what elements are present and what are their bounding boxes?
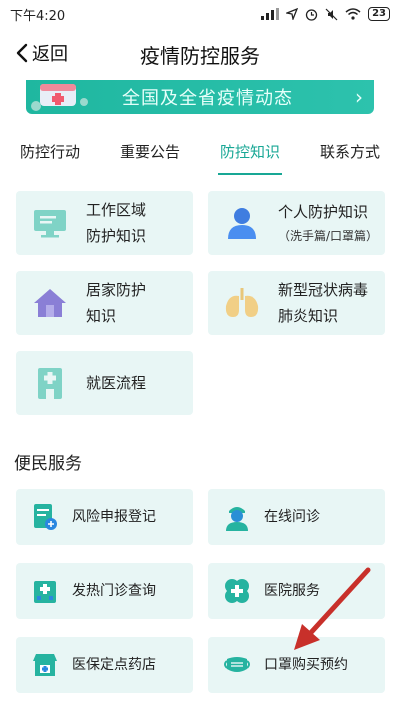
person-icon (220, 201, 264, 245)
tab-contact[interactable]: 联系方式 (300, 126, 400, 176)
clinic-icon (30, 576, 60, 606)
service-fever-clinic[interactable]: 发热门诊查询 (16, 563, 193, 619)
status-icons: 23 (261, 7, 390, 21)
tab-bar: 防控行动 重要公告 防控知识 联系方式 (0, 126, 400, 176)
monitor-icon (28, 201, 72, 245)
tab-label: 重要公告 (119, 142, 180, 161)
section-title-services: 便民服务 (14, 454, 82, 474)
tab-prevention-actions[interactable]: 防控行动 (0, 126, 100, 176)
service-label: 发热门诊查询 (72, 583, 156, 599)
card-title: 居家防护 (86, 281, 147, 299)
tab-prevention-knowledge[interactable]: 防控知识 (200, 126, 300, 176)
service-label: 在线问诊 (264, 509, 320, 525)
medical-kit-illustration (26, 80, 102, 114)
tab-label: 防控知识 (219, 142, 280, 161)
card-title: 个人防护知识 (278, 203, 369, 221)
back-label: 返回 (32, 44, 68, 65)
card-subtitle: 防护知识 (86, 227, 147, 245)
card-title: 就医流程 (86, 374, 147, 392)
card-title: 新型冠状病毒 (278, 281, 369, 299)
service-mask-reservation[interactable]: 口罩购买预约 (208, 637, 385, 693)
mask-icon (222, 650, 252, 680)
card-home-protection[interactable]: 居家防护 知识 (16, 271, 193, 335)
card-title: 工作区域 (86, 201, 147, 219)
status-bar: 下午4:20 23 (0, 0, 400, 28)
card-workplace-protection[interactable]: 工作区域 防护知识 (16, 191, 193, 255)
nav-bar: 疫情防控服务 返回 (0, 28, 400, 80)
mute-icon (325, 8, 338, 20)
pharmacy-icon (30, 650, 60, 680)
house-icon (28, 281, 72, 325)
card-medical-process[interactable]: 就医流程 (16, 351, 193, 415)
hospital-icon (28, 361, 72, 405)
signal-icon (261, 8, 280, 20)
card-covid-knowledge[interactable]: 新型冠状病毒 肺炎知识 (208, 271, 385, 335)
wifi-icon (345, 8, 361, 20)
battery-indicator: 23 (368, 7, 390, 21)
location-icon (286, 8, 299, 20)
card-subtitle: 知识 (86, 307, 117, 325)
tab-label: 联系方式 (319, 142, 380, 161)
back-button[interactable]: 返回 (16, 40, 68, 66)
service-label: 医院服务 (264, 583, 320, 599)
status-time: 下午4:20 (10, 8, 66, 24)
tab-important-notices[interactable]: 重要公告 (100, 126, 200, 176)
service-pharmacy[interactable]: 医保定点药店 (16, 637, 193, 693)
doctor-icon (222, 502, 252, 532)
service-online-consultation[interactable]: 在线问诊 (208, 489, 385, 545)
tab-label: 防控行动 (19, 142, 80, 161)
chevron-left-icon (16, 43, 28, 63)
card-text: 新型冠状病毒 肺炎知识 (278, 277, 368, 329)
service-label: 风险申报登记 (72, 509, 156, 525)
card-subtitle: （洗手篇/口罩篇） (278, 229, 379, 243)
card-text: 居家防护 知识 (86, 277, 146, 329)
card-text: 就医流程 (86, 370, 146, 396)
chevron-right-icon: › (355, 85, 363, 109)
service-label: 医保定点药店 (72, 657, 156, 673)
service-hospital[interactable]: 医院服务 (208, 563, 385, 619)
service-risk-declaration[interactable]: 风险申报登记 (16, 489, 193, 545)
card-personal-protection[interactable]: 个人防护知识 （洗手篇/口罩篇） (208, 191, 385, 255)
medical-cross-icon (222, 576, 252, 606)
document-icon (30, 502, 60, 532)
banner-text: 全国及全省疫情动态 (122, 88, 293, 109)
epidemic-dynamics-banner[interactable]: 全国及全省疫情动态 › (26, 80, 374, 114)
card-text: 个人防护知识 （洗手篇/口罩篇） (278, 199, 378, 247)
lungs-icon (220, 281, 264, 325)
card-text: 工作区域 防护知识 (86, 197, 146, 249)
service-label: 口罩购买预约 (264, 657, 348, 673)
alarm-icon (305, 8, 318, 21)
card-subtitle: 肺炎知识 (278, 307, 339, 325)
